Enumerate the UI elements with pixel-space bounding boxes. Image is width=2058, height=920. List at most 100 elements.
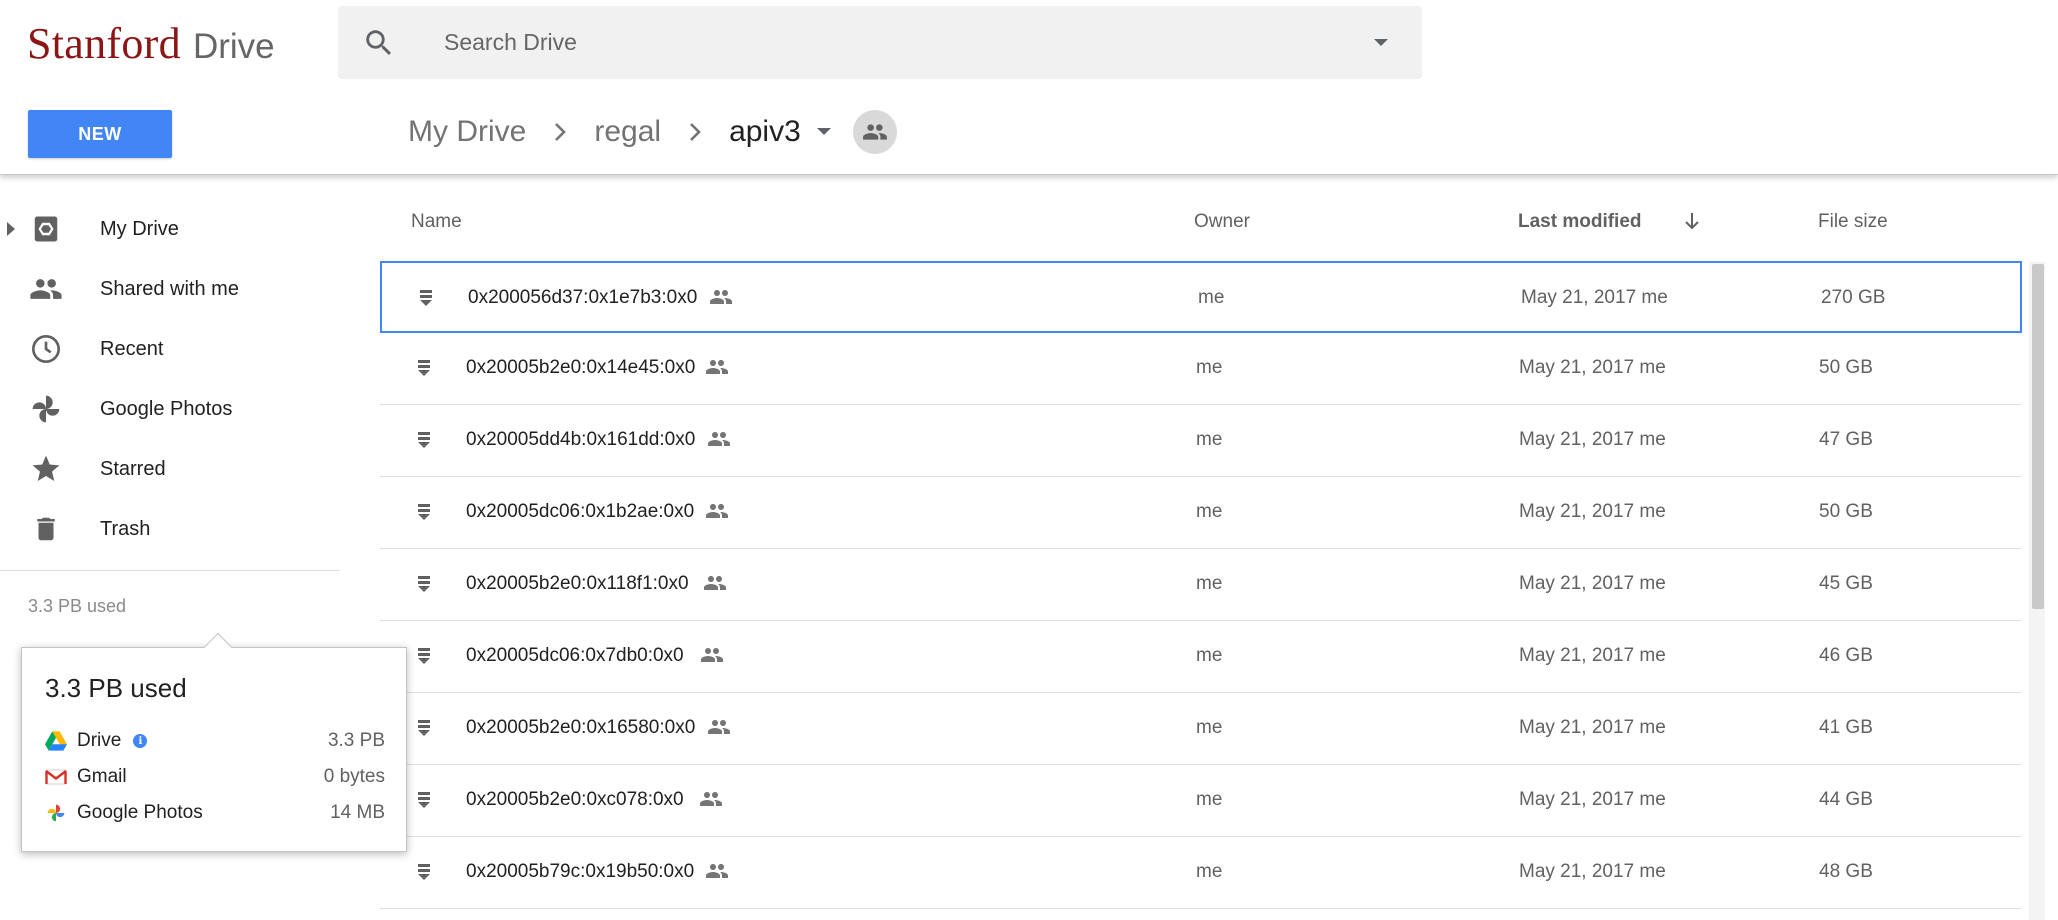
file-row[interactable]: 0x20005dc06:0x1b2ae:0x0 me May 21, 2017 me… — [380, 477, 2022, 549]
file-last-modified: May 21, 2017 me — [1519, 357, 1666, 378]
sidebar-item-starred[interactable]: Starred — [0, 443, 340, 495]
sidebar-item-trash[interactable]: Trash — [0, 503, 340, 555]
file-size: 41 GB — [1819, 717, 1873, 738]
breadcrumb: My Drive regal apiv3 — [408, 108, 897, 156]
storage-row-drive: Drive i 3.3 PB — [45, 726, 385, 756]
gmail-logo-icon — [45, 766, 67, 788]
scrollbar-thumb[interactable] — [2032, 264, 2044, 609]
info-icon[interactable]: i — [133, 734, 148, 748]
google-photos-logo-icon — [45, 802, 67, 824]
file-name: 0x20005b2e0:0x14e45:0x0 — [466, 357, 696, 378]
file-owner: me — [1196, 501, 1223, 522]
star-icon — [28, 451, 64, 487]
storage-row-google-photos: Google Photos 14 MB — [45, 798, 385, 828]
caret-down-icon[interactable] — [813, 121, 835, 143]
new-button[interactable]: NEW — [28, 110, 172, 158]
sidebar-item-my-drive[interactable]: My Drive — [0, 203, 340, 255]
file-row[interactable]: 0x20005dc06:0x7db0:0x0 me May 21, 2017 me 4… — [380, 621, 2022, 693]
file-name: 0x20005b2e0:0x118f1:0x0 — [466, 573, 689, 594]
storage-value: 3.3 PB — [327, 730, 385, 751]
sidebar-divider — [0, 570, 340, 571]
file-row[interactable]: 0x200056d37:0x1e7b3:0x0 me May 21, 2017 me… — [380, 261, 2022, 333]
storage-label: Drive — [77, 730, 122, 751]
file-owner: me — [1196, 429, 1223, 450]
file-owner: me — [1196, 573, 1223, 594]
expand-arrow-icon[interactable] — [6, 220, 18, 238]
storage-value: 0 bytes — [323, 766, 385, 787]
file-size: 50 GB — [1819, 357, 1873, 378]
file-name: 0x200056d37:0x1e7b3:0x0 — [468, 287, 698, 308]
sidebar-item-label: Starred — [100, 457, 166, 480]
database-file-icon — [417, 359, 431, 377]
shared-people-icon — [708, 285, 734, 309]
file-row[interactable]: 0x20005dd4b:0x161dd:0x0 me May 21, 2017 me… — [380, 405, 2022, 477]
file-name: 0x20005b79c:0x19b50:0x0 — [466, 861, 695, 882]
stanford-drive-logo[interactable]: Stanford Drive — [27, 18, 275, 72]
file-size: 45 GB — [1819, 573, 1873, 594]
chevron-right-icon — [548, 120, 572, 144]
file-owner: me — [1196, 717, 1223, 738]
file-name: 0x20005dc06:0x7db0:0x0 — [466, 645, 684, 666]
clock-icon — [28, 331, 64, 367]
file-row[interactable]: 0x20005b2e0:0xc078:0x0 me May 21, 2017 me 4… — [380, 765, 2022, 837]
search-options-dropdown-icon[interactable] — [1366, 28, 1396, 58]
sidebar-item-google-photos[interactable]: Google Photos — [0, 383, 340, 435]
file-last-modified: May 21, 2017 me — [1519, 861, 1666, 882]
file-row[interactable]: 0x20005b79c:0x19b50:0x0 me May 21, 2017 me… — [380, 837, 2022, 909]
file-size: 50 GB — [1819, 501, 1873, 522]
sidebar-item-label: Google Photos — [100, 397, 233, 420]
sidebar-item-shared-with-me[interactable]: Shared with me — [0, 263, 340, 315]
sidebar-item-recent[interactable]: Recent — [0, 323, 340, 375]
logo-brand-text: Stanford — [27, 19, 181, 68]
shared-people-icon — [704, 355, 730, 379]
database-file-icon — [417, 719, 431, 737]
pinwheel-icon — [28, 391, 64, 427]
column-header-owner[interactable]: Owner — [1194, 211, 1250, 233]
file-owner: me — [1198, 287, 1225, 308]
search-input[interactable] — [444, 6, 1324, 79]
file-last-modified: May 21, 2017 me — [1521, 287, 1668, 308]
storage-label: Google Photos — [77, 802, 203, 823]
storage-usage-popup: 3.3 PB used Drive i 3.3 PB Gmail 0 bytes… — [21, 632, 407, 852]
shared-folder-people-icon[interactable] — [852, 110, 897, 154]
shared-people-icon — [706, 715, 732, 739]
sidebar-item-label: Recent — [100, 337, 164, 360]
database-file-icon — [417, 863, 431, 881]
logo-product-text: Drive — [192, 27, 275, 66]
file-size: 48 GB — [1819, 861, 1873, 882]
google-drive-logo-icon — [45, 730, 67, 752]
top-bar: Stanford Drive NEW My Drive regal apiv3 — [0, 0, 2058, 175]
breadcrumb-item-my-drive[interactable]: My Drive — [408, 115, 526, 149]
shared-people-icon — [704, 859, 730, 883]
file-last-modified: May 21, 2017 me — [1519, 789, 1666, 810]
column-header-name[interactable]: Name — [411, 211, 462, 233]
file-name: 0x20005dd4b:0x161dd:0x0 — [466, 429, 696, 450]
file-name: 0x20005b2e0:0x16580:0x0 — [466, 717, 696, 738]
file-owner: me — [1196, 357, 1223, 378]
file-row[interactable]: 0x20005b2e0:0x16580:0x0 me May 21, 2017 me… — [380, 693, 2022, 765]
file-row[interactable]: 0x20005b2e0:0x118f1:0x0 me May 21, 2017 me… — [380, 549, 2022, 621]
storage-usage-link[interactable]: 3.3 PB used — [28, 596, 126, 617]
column-header-last-modified[interactable]: Last modified — [1518, 211, 1642, 233]
trash-icon — [28, 511, 64, 547]
file-row[interactable]: 0x20005b2e0:0x14e45:0x0 me May 21, 2017 me… — [380, 333, 2022, 405]
breadcrumb-item-current[interactable]: apiv3 — [729, 115, 801, 149]
database-file-icon — [417, 431, 431, 449]
storage-label: Gmail — [77, 766, 127, 787]
sidebar-item-label: My Drive — [100, 217, 179, 240]
file-last-modified: May 21, 2017 me — [1519, 501, 1666, 522]
popup-title: 3.3 PB used — [45, 673, 187, 703]
file-name: 0x20005b2e0:0xc078:0x0 — [466, 789, 684, 810]
file-list: Name Owner Last modified File size 0x200… — [380, 175, 2024, 920]
file-size: 270 GB — [1821, 287, 1886, 308]
chevron-right-icon — [683, 120, 707, 144]
file-owner: me — [1196, 645, 1223, 666]
storage-value: 14 MB — [330, 802, 385, 823]
database-file-icon — [417, 575, 431, 593]
breadcrumb-item-regal[interactable]: regal — [594, 115, 661, 149]
shared-people-icon — [698, 787, 724, 811]
column-header-file-size[interactable]: File size — [1818, 211, 1888, 233]
file-last-modified: May 21, 2017 me — [1519, 717, 1666, 738]
sort-descending-arrow-icon[interactable] — [1680, 209, 1704, 233]
search-icon[interactable] — [362, 26, 396, 60]
